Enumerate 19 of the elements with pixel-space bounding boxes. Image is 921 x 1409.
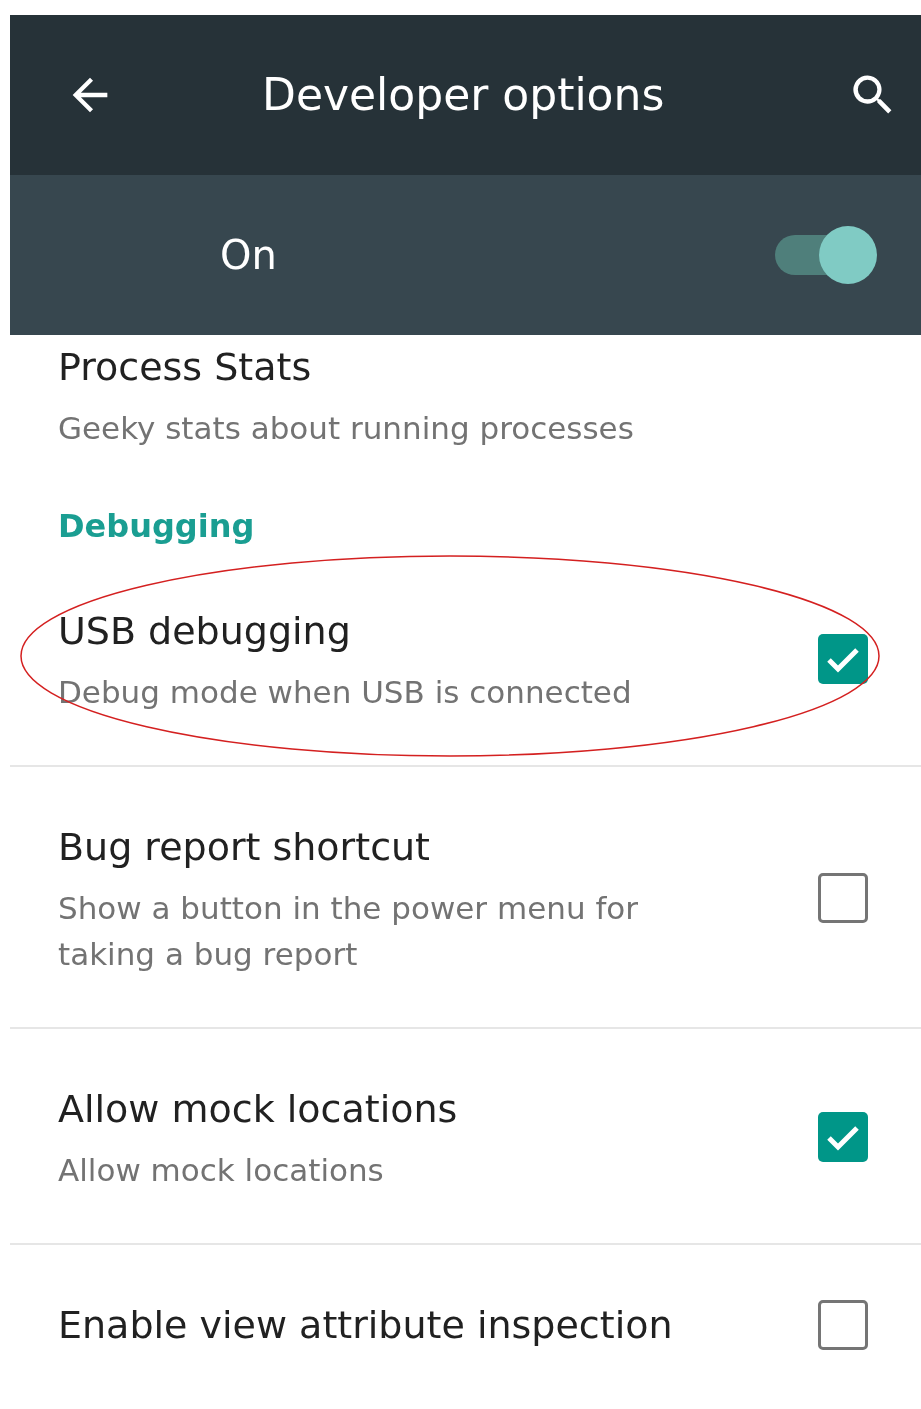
setting-title: Allow mock locations [58, 1086, 459, 1133]
setting-summary: Debug mode when USB is connected [58, 673, 633, 712]
checkbox[interactable] [818, 634, 868, 684]
setting-title: Bug report shortcut [58, 824, 432, 871]
check-icon [827, 1126, 859, 1151]
checkbox[interactable] [818, 873, 868, 923]
screen-title: Developer options [262, 68, 666, 122]
setting-title: Enable view attribute inspection [58, 1302, 674, 1349]
switch-label: On [220, 231, 278, 280]
setting-title: Process Stats [58, 344, 313, 391]
master-toggle[interactable] [775, 226, 879, 284]
checkbox[interactable] [818, 1300, 868, 1350]
check-icon [827, 648, 859, 673]
setting-summary: Allow mock locations [58, 1151, 385, 1190]
setting-summary: Geeky stats about running processes [58, 409, 635, 448]
section-header: Debugging [57, 506, 256, 547]
checkbox[interactable] [818, 1112, 868, 1162]
setting-summary: Show a button in the power menu for taking a bug report [58, 889, 639, 974]
setting-title: USB debugging [58, 608, 352, 655]
